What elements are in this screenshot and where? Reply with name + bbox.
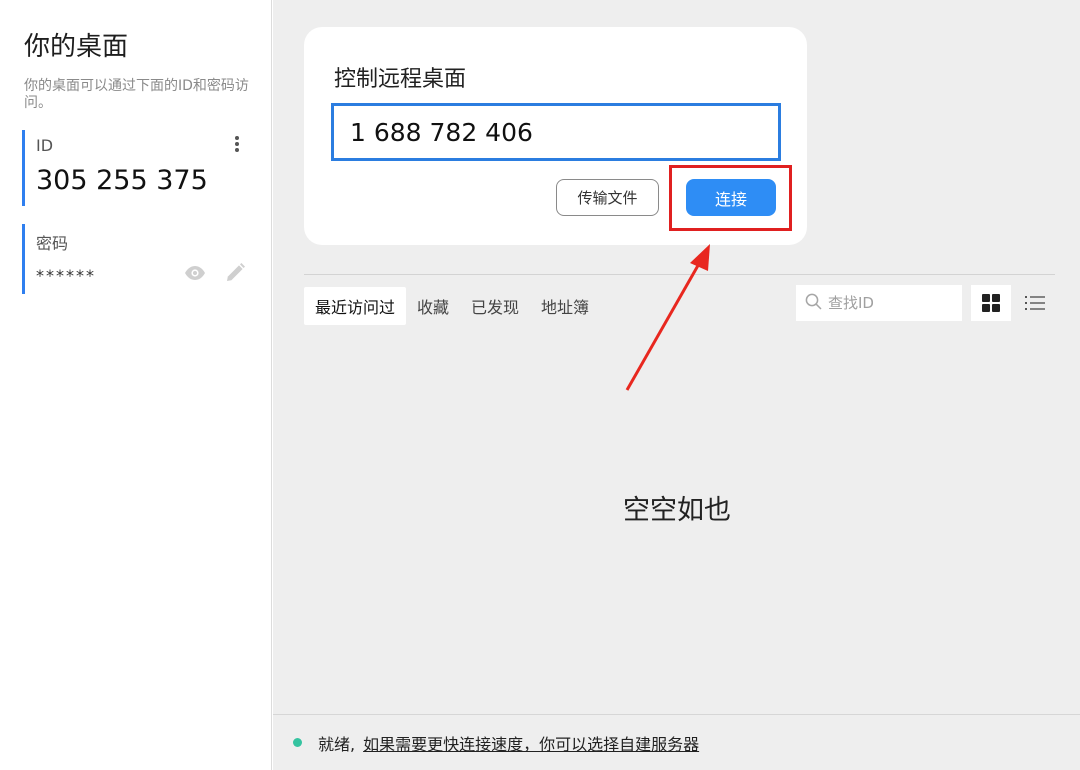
password-section: 密码 ****** [22,224,250,294]
my-id-label: ID [36,136,54,155]
main-panel: 控制远程桌面 传输文件 连接 最近访问过 收藏 已发现 地址簿 [273,0,1080,714]
status-ready-text: 就绪, [318,734,356,754]
my-id-value[interactable]: 305 255 375 [36,165,250,196]
tab-discovered[interactable]: 已发现 [460,287,530,325]
status-bar: 就绪, 如果需要更快连接速度，你可以选择自建服务器 [273,714,1080,770]
connect-button-highlight: 连接 [669,165,792,231]
remote-control-title: 控制远程桌面 [334,67,467,92]
edit-pencil-icon[interactable] [224,262,246,288]
tab-address-book[interactable]: 地址簿 [530,287,600,325]
grid-view-icon[interactable] [971,285,1011,321]
search-input[interactable] [828,294,958,312]
remote-control-card: 控制远程桌面 传输文件 连接 [304,27,807,245]
connect-button[interactable]: 连接 [686,179,776,216]
password-label: 密码 [36,234,69,253]
my-id-section: ID 305 255 375 [22,130,250,206]
tab-favorites[interactable]: 收藏 [406,287,460,325]
search-box[interactable] [796,285,962,321]
peer-tabs: 最近访问过 收藏 已发现 地址簿 [304,287,600,325]
sidebar-title: 你的桌面 [24,32,129,62]
self-hosted-server-link[interactable]: 如果需要更快连接速度，你可以选择自建服务器 [363,731,699,755]
sidebar: 你的桌面 你的桌面可以通过下面的ID和密码访问。 ID 305 255 375 … [0,0,272,770]
list-view-icon[interactable] [1017,285,1053,321]
file-transfer-button[interactable]: 传输文件 [556,179,659,216]
tab-recent[interactable]: 最近访问过 [304,287,407,325]
more-options-icon[interactable] [230,134,244,154]
search-icon [805,293,822,314]
status-indicator [293,738,302,747]
eye-icon[interactable] [184,265,206,285]
empty-state-text: 空空如也 [623,495,731,526]
remote-id-input[interactable] [331,103,781,161]
section-divider [304,274,1055,275]
sidebar-description: 你的桌面可以通过下面的ID和密码访问。 [24,78,249,111]
